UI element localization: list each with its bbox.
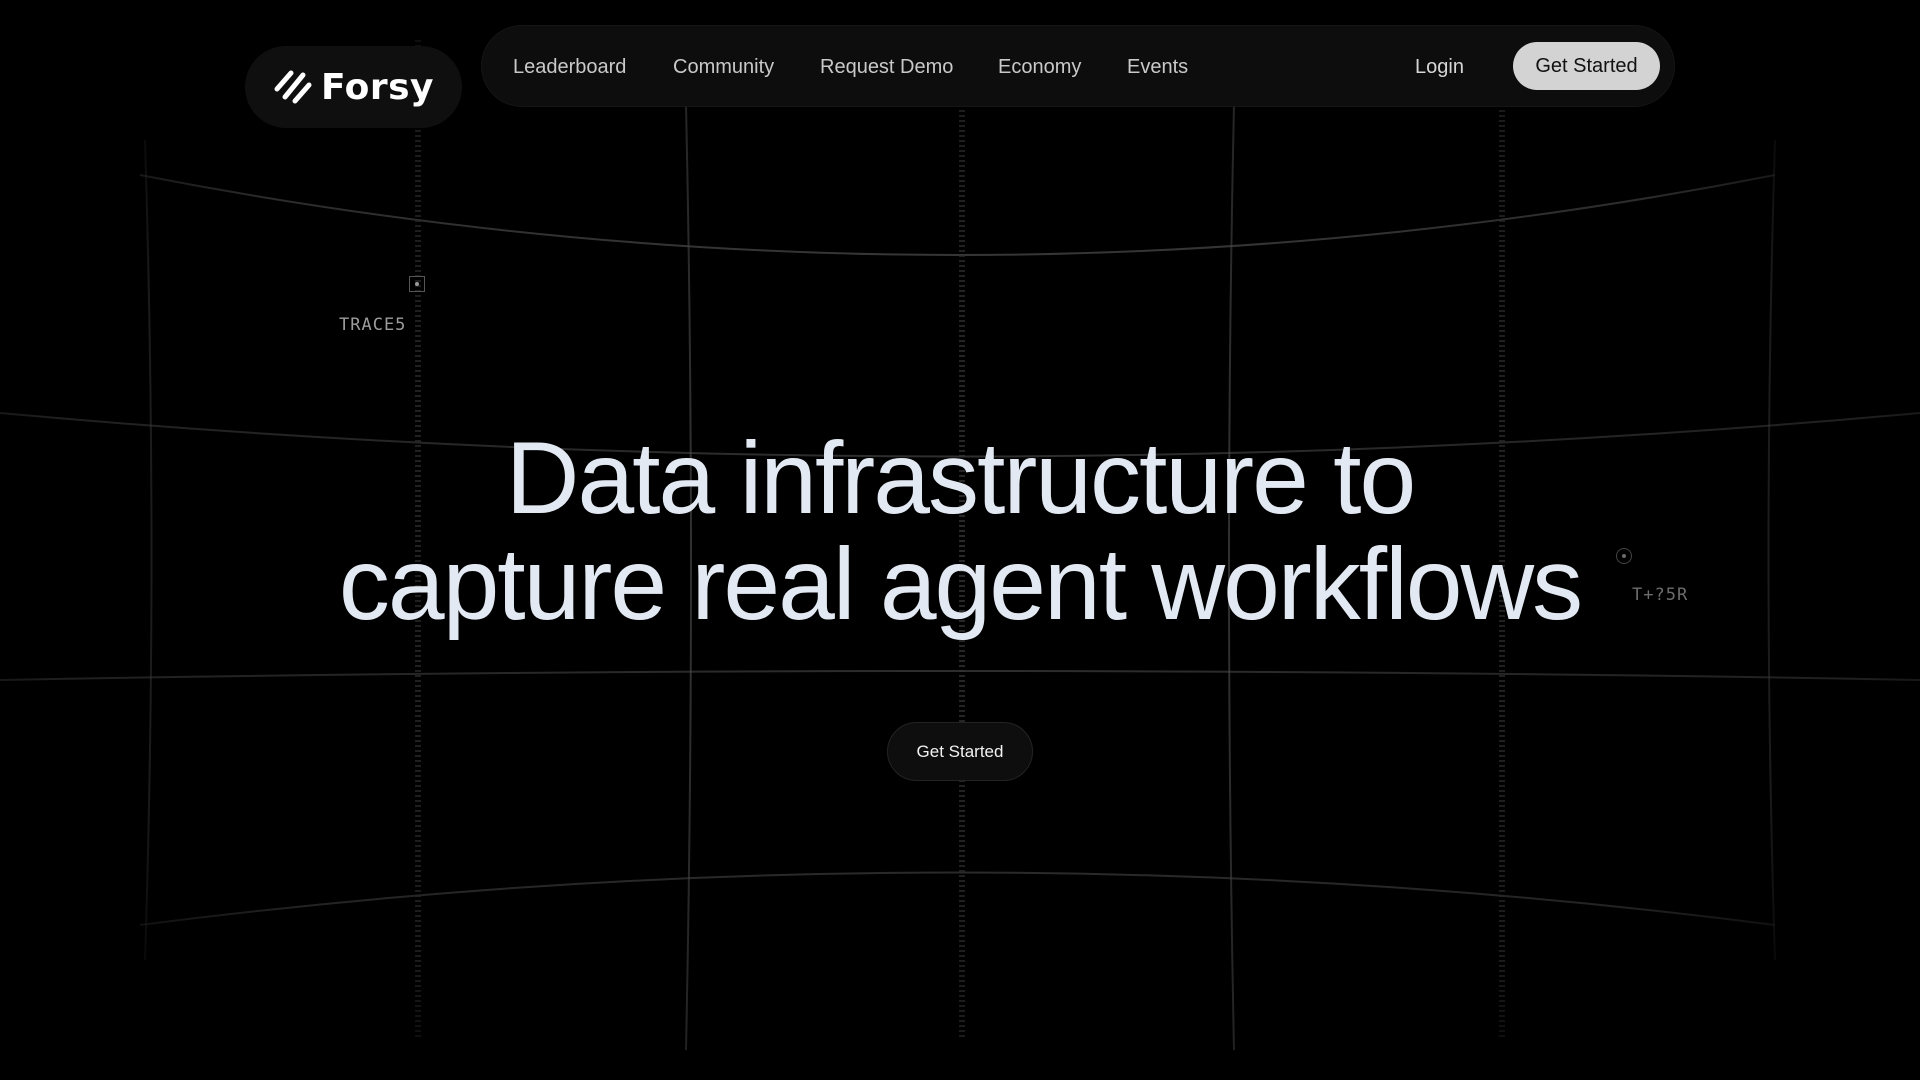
landing-page: Forsy Leaderboard Community Request Demo… (0, 0, 1920, 1080)
login-link[interactable]: Login (1415, 26, 1464, 108)
square-target-icon (409, 276, 425, 292)
hero-title-line-1: Data infrastructure to (505, 421, 1416, 535)
get-started-nav-button[interactable]: Get Started (1513, 42, 1660, 90)
nav-link-events[interactable]: Events (1127, 26, 1188, 108)
brand-logo[interactable]: Forsy (245, 46, 462, 128)
trace-label-left: TRACE5 (339, 315, 407, 335)
nav-link-leaderboard[interactable]: Leaderboard (513, 26, 626, 108)
brand-name: Forsy (320, 66, 434, 108)
get-started-hero-button[interactable]: Get Started (887, 722, 1033, 781)
nav-link-request-demo[interactable]: Request Demo (820, 26, 953, 108)
nav-link-community[interactable]: Community (673, 26, 774, 108)
nav-link-economy[interactable]: Economy (998, 26, 1081, 108)
hero-title: Data infrastructure to capture real agen… (0, 425, 1920, 637)
main-nav: Leaderboard Community Request Demo Econo… (481, 25, 1675, 107)
forsy-logo-icon (274, 70, 312, 104)
hero-title-line-2: capture real agent workflows (338, 527, 1583, 641)
